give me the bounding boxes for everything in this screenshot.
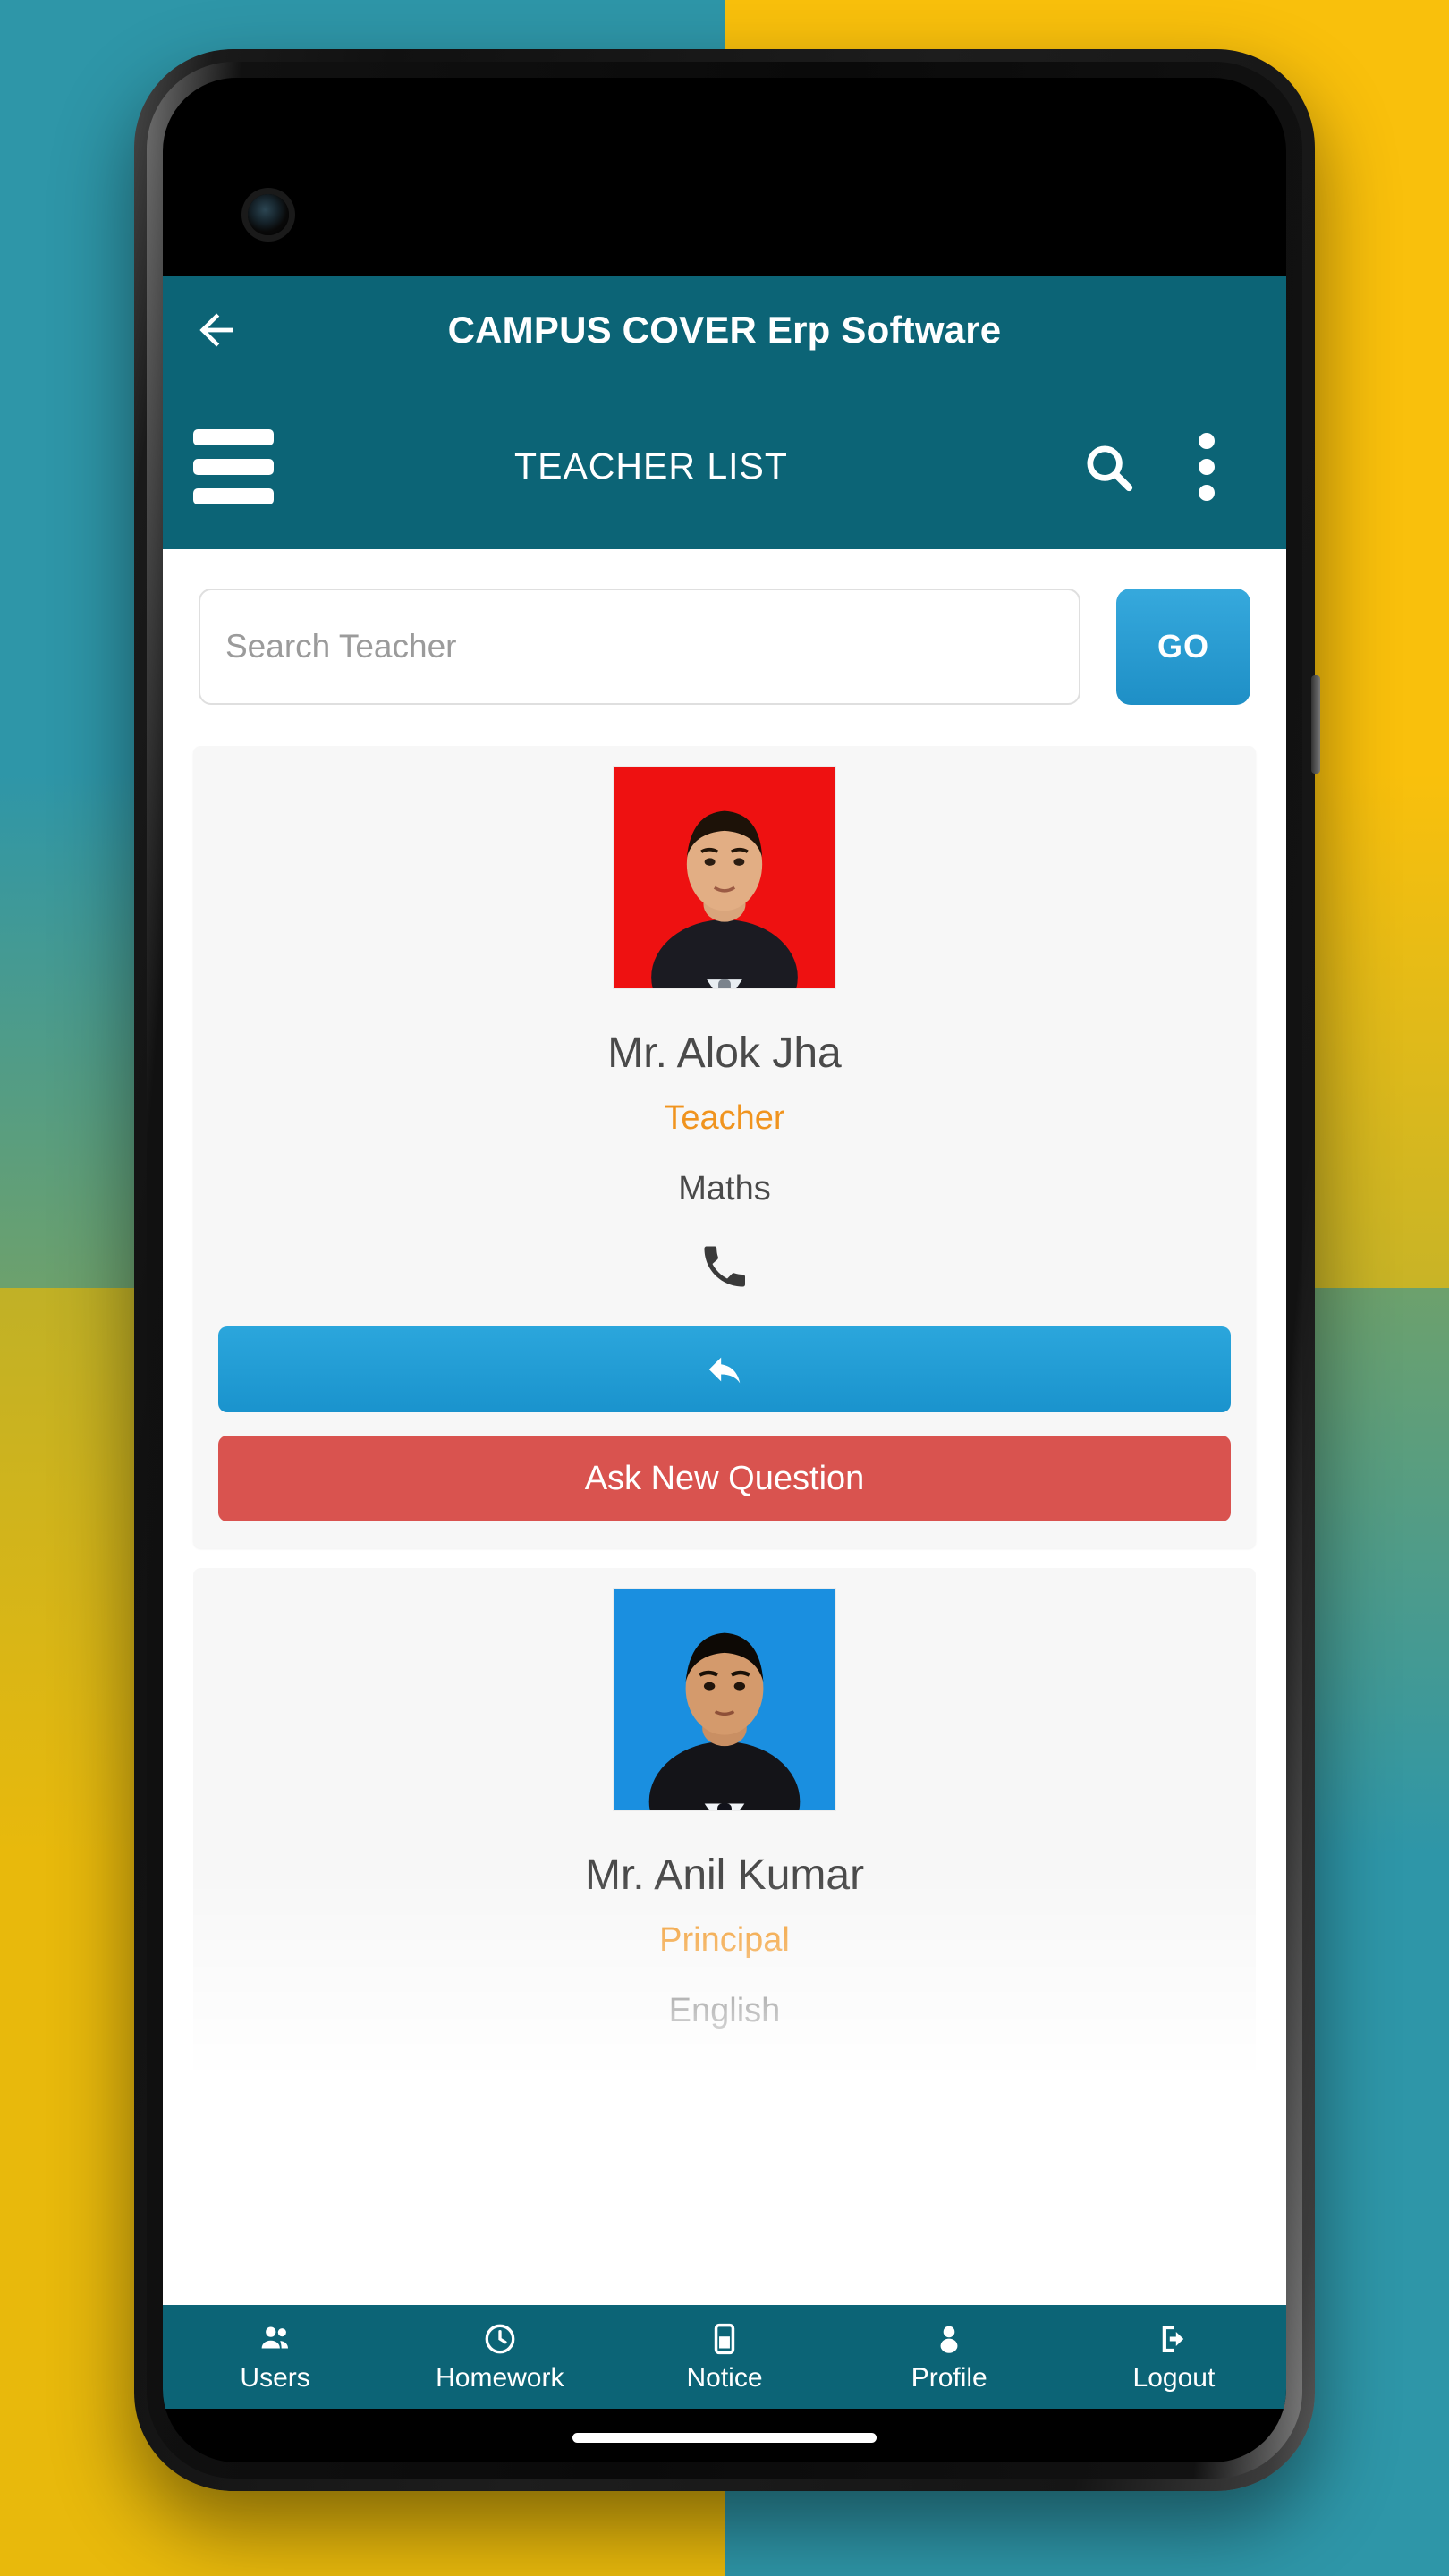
nav-item-logout[interactable]: Logout <box>1062 2320 1286 2394</box>
teacher-list[interactable]: Mr. Alok Jha Teacher Maths Ask New Quest… <box>163 746 1286 2305</box>
power-button[interactable] <box>1311 675 1320 774</box>
search-input[interactable] <box>199 589 1080 705</box>
more-vertical-icon <box>1199 432 1215 501</box>
bottom-navigation: Users Homework Notice Profile Logout <box>163 2305 1286 2409</box>
teacher-name: Mr. Anil Kumar <box>584 1852 865 1899</box>
call-teacher-button[interactable] <box>218 1233 1231 1300</box>
nav-label: Notice <box>686 2363 763 2393</box>
app-bar-primary-row: CAMPUS COVER Erp Software <box>163 276 1286 384</box>
kebab-dot <box>1199 458 1215 475</box>
nav-item-notice[interactable]: Notice <box>612 2320 836 2394</box>
teacher-photo <box>613 1588 836 1811</box>
person-circle-icon <box>940 2326 958 2353</box>
search-icon <box>1087 445 1133 491</box>
hamburger-bar <box>193 428 274 445</box>
search-button[interactable] <box>1059 439 1157 495</box>
go-button[interactable]: GO <box>1116 589 1250 705</box>
search-bar: GO <box>163 549 1286 746</box>
nav-label: Profile <box>911 2363 987 2393</box>
notice-board-icon <box>714 2323 735 2355</box>
teacher-actions: Ask New Question <box>218 1326 1231 1521</box>
hamburger-bar <box>193 487 274 504</box>
teacher-card[interactable]: Mr. Anil Kumar Principal English <box>193 1568 1256 2082</box>
nav-item-homework[interactable]: Homework <box>387 2320 612 2394</box>
gesture-navigation-bar[interactable] <box>572 2433 877 2443</box>
teacher-name: Mr. Alok Jha <box>607 1030 842 1077</box>
app-viewport: CAMPUS COVER Erp Software TEACHER LIST S… <box>163 276 1286 2305</box>
users-icon <box>261 2326 288 2349</box>
teacher-subject: Maths <box>678 1170 771 1208</box>
nav-label: Users <box>240 2363 310 2393</box>
app-bar-secondary-row: TEACHER LIST <box>163 384 1286 549</box>
kebab-dot <box>1199 484 1215 501</box>
logout-icon <box>1163 2325 1184 2353</box>
teacher-photo <box>613 766 836 989</box>
teacher-role: Principal <box>659 1921 790 1959</box>
teacher-role: Teacher <box>664 1099 785 1137</box>
page-title: CAMPUS COVER Erp Software <box>447 309 1002 351</box>
app-bar: CAMPUS COVER Erp Software TEACHER LIST <box>163 276 1286 549</box>
back-button[interactable] <box>163 305 270 355</box>
overflow-menu-button[interactable] <box>1157 432 1256 501</box>
teacher-subject: English <box>668 1992 781 2029</box>
reply-button[interactable] <box>218 1326 1231 1412</box>
nav-item-profile[interactable]: Profile <box>837 2320 1062 2394</box>
nav-label: Homework <box>436 2363 564 2393</box>
arrow-left-icon <box>199 313 233 347</box>
ask-new-question-button[interactable]: Ask New Question <box>218 1436 1231 1521</box>
phone-icon <box>704 1246 745 1287</box>
phone-screen: CAMPUS COVER Erp Software TEACHER LIST S… <box>163 78 1286 2462</box>
front-camera-icon <box>248 194 289 235</box>
screen-title: TEACHER LIST <box>514 445 788 487</box>
phone-mockup: CAMPUS COVER Erp Software TEACHER LIST S… <box>134 49 1320 2491</box>
teacher-card[interactable]: Mr. Alok Jha Teacher Maths Ask New Quest… <box>193 746 1256 1548</box>
kebab-dot <box>1199 432 1215 449</box>
reply-arrow-icon <box>708 1357 741 1384</box>
nav-label: Logout <box>1132 2363 1216 2393</box>
nav-item-users[interactable]: Users <box>163 2320 387 2394</box>
clock-icon <box>485 2324 515 2354</box>
